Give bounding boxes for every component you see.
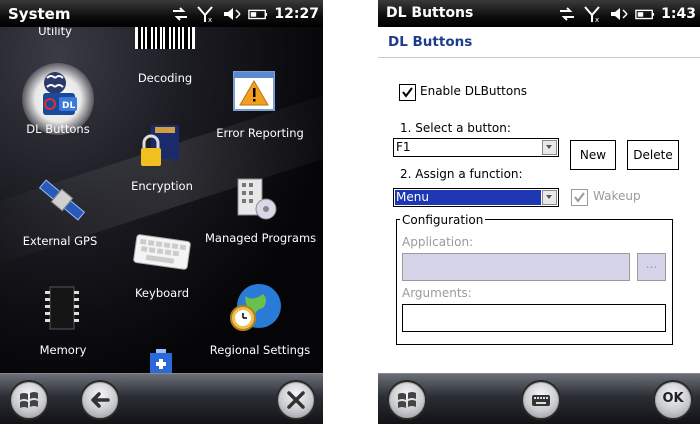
app-label: External GPS bbox=[22, 234, 98, 248]
battery-icon[interactable] bbox=[635, 5, 655, 23]
signal-off-icon[interactable]: x bbox=[583, 5, 603, 23]
connectivity-icon[interactable] bbox=[170, 5, 190, 23]
close-button[interactable] bbox=[276, 380, 316, 420]
arguments-field[interactable] bbox=[402, 304, 666, 332]
enable-dlbuttons-checkbox[interactable] bbox=[399, 84, 416, 101]
app-grid: Utility Decoding DL DL Buttons Error Rep… bbox=[0, 27, 323, 374]
error-reporting-icon bbox=[233, 71, 275, 111]
barcode-icon bbox=[135, 27, 195, 49]
windows-start-icon bbox=[398, 392, 416, 408]
start-button[interactable] bbox=[9, 380, 49, 420]
managed-programs-icon bbox=[237, 178, 277, 220]
select-button-label: 1. Select a button: bbox=[400, 121, 511, 135]
arguments-label: Arguments: bbox=[402, 286, 472, 300]
volume-icon[interactable] bbox=[609, 5, 629, 23]
function-select-value: Menu bbox=[395, 190, 541, 205]
app-label: Keyboard bbox=[134, 286, 190, 300]
checkmark-icon bbox=[574, 192, 585, 203]
back-arrow-icon bbox=[91, 392, 110, 408]
page-header: DL Buttons bbox=[378, 27, 700, 58]
status-time[interactable]: 1:43 bbox=[661, 6, 696, 22]
new-button[interactable]: New bbox=[570, 140, 616, 170]
app-label: Error Reporting bbox=[216, 126, 304, 140]
app-label: DL Buttons bbox=[26, 122, 90, 136]
delete-button[interactable]: Delete bbox=[627, 140, 679, 170]
battery-app-icon[interactable] bbox=[146, 347, 176, 374]
button-select[interactable]: F1 bbox=[393, 138, 559, 157]
app-label: Memory bbox=[39, 343, 87, 357]
dl-buttons-icon: DL bbox=[43, 72, 77, 115]
status-time[interactable]: 12:27 bbox=[274, 6, 319, 22]
ok-button[interactable]: OK bbox=[653, 380, 693, 420]
svg-text:x: x bbox=[208, 16, 212, 23]
svg-text:DL: DL bbox=[62, 101, 75, 111]
ok-label: OK bbox=[662, 391, 684, 406]
status-bar: System x 12:27 bbox=[0, 0, 323, 27]
configuration-label: Configuration bbox=[400, 213, 486, 227]
app-label: Regional Settings bbox=[209, 343, 311, 357]
volume-icon[interactable] bbox=[222, 5, 242, 23]
checkmark-icon bbox=[402, 87, 413, 98]
browse-button[interactable]: ... bbox=[637, 253, 666, 281]
page-title: DL Buttons bbox=[388, 34, 473, 50]
globe-clock-icon bbox=[230, 284, 281, 331]
connectivity-icon[interactable] bbox=[557, 5, 577, 23]
back-button[interactable] bbox=[80, 380, 120, 420]
dl-buttons-form: Enable DLButtons 1. Select a button: F1 … bbox=[378, 58, 700, 374]
memory-chip-icon bbox=[45, 286, 79, 330]
app-label: Utility bbox=[38, 27, 72, 38]
status-bar: DL Buttons x 1:43 bbox=[378, 0, 700, 27]
app-label: Managed Programs bbox=[205, 231, 317, 245]
button-select-value: F1 bbox=[396, 140, 411, 154]
status-icons: x 1:43 bbox=[557, 4, 696, 24]
close-icon bbox=[287, 391, 305, 409]
soft-key-bar bbox=[0, 373, 323, 424]
app-label: Encryption bbox=[131, 179, 193, 193]
windows-start-icon bbox=[20, 392, 38, 408]
satellite-icon bbox=[38, 179, 86, 221]
enable-dlbuttons-label: Enable DLButtons bbox=[420, 84, 528, 98]
encryption-icon bbox=[141, 125, 179, 166]
keyboard-icon bbox=[133, 234, 191, 270]
application-label: Application: bbox=[402, 235, 474, 249]
start-button[interactable] bbox=[387, 380, 427, 420]
dropdown-arrow-icon[interactable] bbox=[542, 190, 557, 205]
assign-function-label: 2. Assign a function: bbox=[400, 167, 523, 181]
keyboard-icon bbox=[532, 395, 550, 406]
app-label: Decoding bbox=[137, 71, 193, 85]
soft-key-bar: OK bbox=[378, 373, 700, 424]
wakeup-label: Wakeup bbox=[593, 189, 641, 203]
keyboard-button[interactable] bbox=[521, 380, 561, 420]
status-title: DL Buttons bbox=[386, 5, 474, 21]
application-field[interactable] bbox=[402, 253, 630, 281]
signal-off-icon[interactable]: x bbox=[196, 5, 216, 23]
dropdown-arrow-icon[interactable] bbox=[542, 140, 557, 155]
status-icons: x 12:27 bbox=[170, 4, 319, 24]
status-title: System bbox=[8, 5, 71, 23]
wakeup-checkbox[interactable] bbox=[571, 189, 588, 206]
svg-text:x: x bbox=[595, 16, 599, 23]
function-select[interactable]: Menu bbox=[393, 188, 559, 207]
dl-buttons-screen: DL Buttons x 1:43 DL Buttons Enable DLBu… bbox=[378, 0, 700, 424]
system-screen: System x 12:27 Utility Decoding DL DL Bu… bbox=[0, 0, 323, 424]
battery-icon[interactable] bbox=[248, 5, 268, 23]
